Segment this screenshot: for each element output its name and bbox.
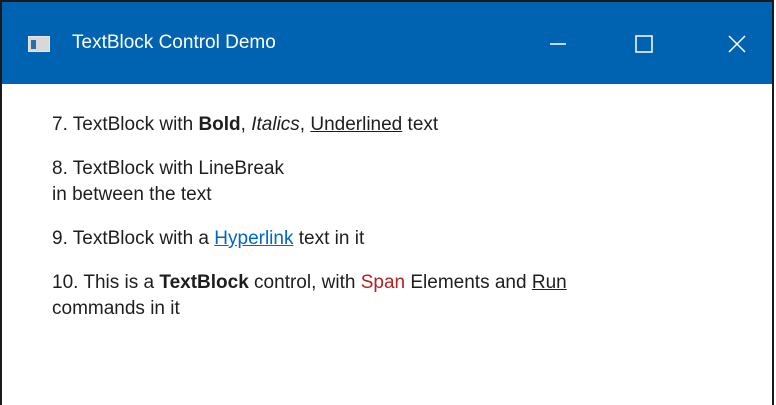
window-title: TextBlock Control Demo	[72, 32, 276, 53]
maximize-button[interactable]	[614, 22, 674, 66]
item9-suffix: text in it	[293, 228, 365, 249]
title-bar[interactable]: TextBlock Control Demo	[2, 2, 772, 84]
textblock-item-10: 10. This is a TextBlock control, with Sp…	[52, 270, 752, 322]
window-app-icon	[28, 36, 50, 52]
italic-run: Italics	[251, 114, 300, 135]
item8-line-1: 8. TextBlock with LineBreak	[52, 158, 284, 179]
textblock-item-8: 8. TextBlock with LineBreak in between t…	[52, 156, 752, 208]
span-element: Span	[360, 272, 406, 293]
bold-run: Bold	[198, 114, 241, 135]
item7-prefix: 7. TextBlock with	[52, 114, 199, 135]
item7-suffix: text	[402, 114, 439, 135]
item10-prefix: 10. This is a	[52, 272, 160, 293]
item10-line-2: commands in it	[52, 298, 180, 319]
textblock-item-7: 7. TextBlock with Bold, Italics, Underli…	[52, 112, 752, 138]
item10-mid-2: Elements and	[405, 272, 532, 293]
item10-mid-1: control, with	[248, 272, 361, 293]
run-element: Run	[531, 272, 567, 293]
textblock-item-9: 9. TextBlock with a Hyperlink text in it	[52, 226, 752, 252]
bold-textblock-run: TextBlock	[159, 272, 249, 293]
hyperlink[interactable]: Hyperlink	[214, 228, 293, 249]
item9-prefix: 9. TextBlock with a	[52, 228, 215, 249]
item10-line-1: 10. This is a TextBlock control, with Sp…	[52, 270, 752, 296]
item8-line-2: in between the text	[52, 184, 212, 205]
app-window: TextBlock Control Demo 7. TextBlock with…	[0, 0, 774, 405]
underlined-run: Underlined	[310, 114, 403, 135]
minimize-icon	[550, 43, 566, 45]
maximize-icon	[635, 35, 653, 53]
close-button[interactable]	[706, 22, 766, 66]
content-area: 7. TextBlock with Bold, Italics, Underli…	[52, 112, 752, 340]
item7-separator-1: ,	[240, 114, 252, 135]
close-icon	[728, 35, 746, 53]
item7-separator-2: ,	[299, 114, 311, 135]
minimize-button[interactable]	[528, 22, 588, 66]
